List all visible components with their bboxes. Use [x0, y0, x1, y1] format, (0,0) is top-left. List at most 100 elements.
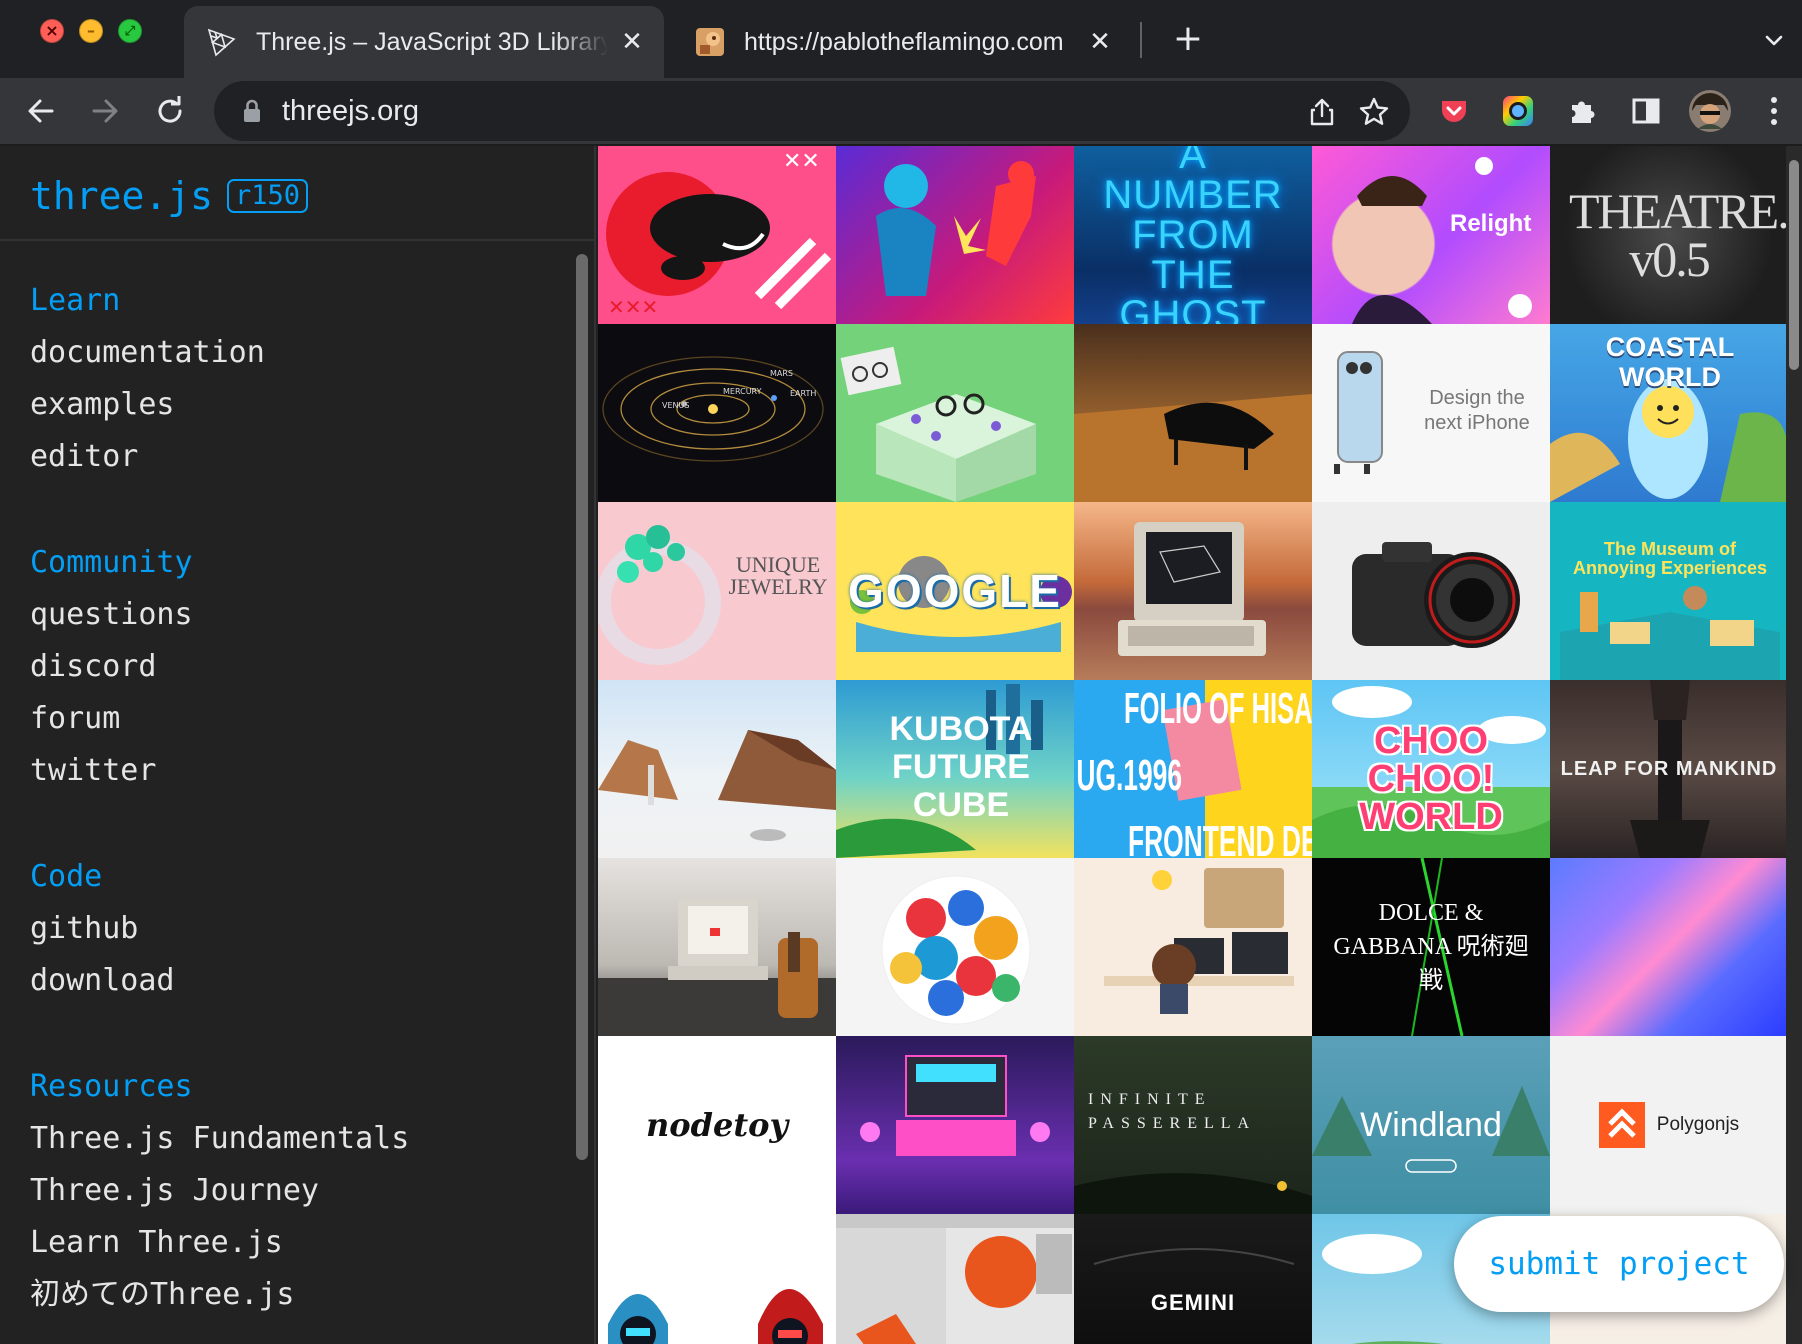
project-tile[interactable]: The Museum of Annoying Experiences — [1550, 502, 1786, 680]
project-tile[interactable]: LEAP FOR MANKIND — [1550, 680, 1786, 858]
sidebar-link-learn-threejs[interactable]: Learn Three.js — [30, 1217, 409, 1269]
address-bar[interactable]: threejs.org — [214, 81, 1410, 141]
project-tile[interactable] — [836, 146, 1074, 324]
sidebar-link-questions[interactable]: questions — [30, 589, 193, 641]
project-tile[interactable] — [836, 858, 1074, 1036]
sidebar-link-threejs-fundamentals[interactable]: Three.js Fundamentals — [30, 1113, 409, 1165]
back-arrow-icon[interactable] — [18, 88, 64, 134]
profile-avatar[interactable] — [1688, 89, 1732, 133]
tab-pablo-the-flamingo[interactable]: https://pablotheflamingo.com ✕ — [672, 6, 1132, 78]
project-tile[interactable]: nodetoy — [598, 1036, 836, 1214]
project-tile[interactable]: KUBOTA FUTURE CUBE — [836, 680, 1074, 858]
project-tile[interactable]: VENUS MERCURY MARS EARTH — [598, 324, 836, 502]
project-tile[interactable]: GOOGLE — [836, 502, 1074, 680]
project-tile[interactable]: INFINITE PASSERELLA — [1074, 1036, 1312, 1214]
sidebar-scrollbar[interactable] — [572, 244, 590, 1344]
project-tile[interactable]: ✕✕ ✕✕✕ — [598, 146, 836, 324]
new-tab-button[interactable]: + — [1168, 18, 1208, 59]
sidebar-link-hajimete-threejs[interactable]: 初めてのThree.js — [30, 1269, 409, 1321]
project-tile[interactable] — [1074, 858, 1312, 1036]
project-tile[interactable] — [1074, 502, 1312, 680]
svg-text:EARTH: EARTH — [790, 389, 816, 398]
puzzle-extensions-icon[interactable] — [1560, 89, 1604, 133]
tab-threejs[interactable]: Three.js – JavaScript 3D Library ✕ — [184, 6, 664, 78]
sidebar-link-forum[interactable]: forum — [30, 693, 193, 745]
tab-separator — [1140, 22, 1142, 58]
sidebar-link-threejs-journey[interactable]: Three.js Journey — [30, 1165, 409, 1217]
svg-text:FRONTEND DEVEL: FRONTEND DEVEL — [1128, 816, 1312, 858]
sidebar-link-examples[interactable]: examples — [30, 379, 265, 431]
flamingo-favicon-icon — [694, 26, 726, 58]
page-scrollbar-thumb[interactable] — [1789, 160, 1799, 370]
project-tile[interactable] — [1074, 324, 1312, 502]
project-tile[interactable]: COASTAL WORLD — [1550, 324, 1786, 502]
window-maximize-button[interactable]: ⤢ — [118, 19, 142, 43]
project-tile[interactable] — [598, 858, 836, 1036]
svg-text:✕✕✕: ✕✕✕ — [608, 295, 658, 319]
sidebar-link-editor[interactable]: editor — [30, 431, 265, 483]
project-tile[interactable] — [598, 1214, 836, 1344]
sidebar-link-download[interactable]: download — [30, 955, 175, 1007]
url-text[interactable]: threejs.org — [282, 95, 419, 128]
revision-badge: r150 — [227, 179, 309, 213]
project-tile[interactable]: GEMINI — [1074, 1214, 1312, 1344]
sidebar-link-documentation[interactable]: documentation — [30, 327, 265, 379]
project-tile[interactable] — [836, 1214, 1074, 1344]
tab-strip: × – ⤢ Three.js – JavaScript 3D Library ✕… — [0, 0, 1802, 78]
project-tile[interactable]: DOLCE & GABBANA 呪術廻戦 — [1312, 858, 1550, 1036]
browser-toolbar: threejs.org — [0, 78, 1802, 146]
bookmark-star-icon[interactable] — [1355, 93, 1393, 131]
project-tile[interactable]: Relight — [1312, 146, 1550, 324]
project-tile[interactable]: UNIQUE JEWELRY — [598, 502, 836, 680]
tile-caption: THEATRE.JS v0.5 — [1569, 183, 1786, 287]
lock-icon[interactable] — [240, 98, 264, 124]
minimize-icon: – — [87, 21, 95, 40]
more-vertical-icon[interactable] — [1752, 89, 1796, 133]
threejs-favicon-icon — [206, 26, 238, 58]
sidebar: three.js r150 Learn documentation exampl… — [0, 146, 596, 1344]
tab-title: https://pablotheflamingo.com — [744, 27, 1064, 56]
forward-arrow-icon[interactable] — [82, 88, 128, 134]
section-heading: Code — [30, 859, 103, 894]
sidebar-link-github[interactable]: github — [30, 903, 175, 955]
sidebar-link-twitter[interactable]: twitter — [30, 745, 193, 797]
section-heading: Community — [30, 545, 193, 580]
project-tile[interactable]: UG.1996FRONTEND DEVEL FOLIO OF HISAMI KU — [1074, 680, 1312, 858]
section-learn: Learn documentation examples editor — [30, 275, 265, 483]
project-tile[interactable] — [1550, 858, 1786, 1036]
pocket-icon[interactable] — [1432, 89, 1476, 133]
submit-project-button[interactable]: submit project — [1454, 1216, 1784, 1312]
share-icon[interactable] — [1303, 93, 1341, 131]
project-tile[interactable] — [836, 1036, 1074, 1214]
project-tile[interactable]: A NUMBER FROM THE GHOST — [1074, 146, 1312, 324]
section-heading: Resources — [30, 1069, 193, 1104]
project-tile[interactable] — [598, 680, 836, 858]
tile-caption: nodetoy — [645, 1106, 789, 1144]
reload-icon[interactable] — [147, 88, 193, 134]
project-tile[interactable]: CHOO CHOO! WORLD — [1312, 680, 1550, 858]
site-logo-link[interactable]: three.js — [30, 174, 213, 218]
tab-close-icon[interactable]: ✕ — [1084, 26, 1116, 58]
tab-close-icon[interactable]: ✕ — [616, 26, 648, 58]
site-header: three.js r150 — [30, 174, 309, 218]
project-tile[interactable] — [836, 324, 1074, 502]
project-tile[interactable] — [1312, 502, 1550, 680]
polygonjs-logo: Polygonjs — [1598, 1102, 1740, 1148]
window-minimize-button[interactable]: – — [79, 19, 103, 43]
sidebar-scrollbar-thumb[interactable] — [576, 254, 588, 1160]
window-close-button[interactable]: × — [40, 19, 64, 43]
tile-caption: Polygonjs — [1656, 1114, 1740, 1135]
tab-search-chevron-down-icon[interactable] — [1756, 22, 1792, 58]
section-heading: Learn — [30, 283, 121, 318]
project-tile[interactable]: Polygonjs — [1550, 1036, 1786, 1214]
svg-text:✕✕: ✕✕ — [783, 149, 820, 174]
side-panel-icon[interactable] — [1624, 89, 1668, 133]
color-picker-icon[interactable] — [1496, 89, 1540, 133]
project-tile[interactable]: Design the next iPhone — [1312, 324, 1550, 502]
page-scrollbar[interactable] — [1786, 146, 1802, 1344]
close-icon: × — [45, 21, 59, 40]
project-tile[interactable]: THEATRE.JS v0.5 — [1550, 146, 1786, 324]
project-tile[interactable]: Windland — [1312, 1036, 1550, 1214]
sidebar-link-discord[interactable]: discord — [30, 641, 193, 693]
svg-text:MERCURY: MERCURY — [723, 387, 762, 396]
